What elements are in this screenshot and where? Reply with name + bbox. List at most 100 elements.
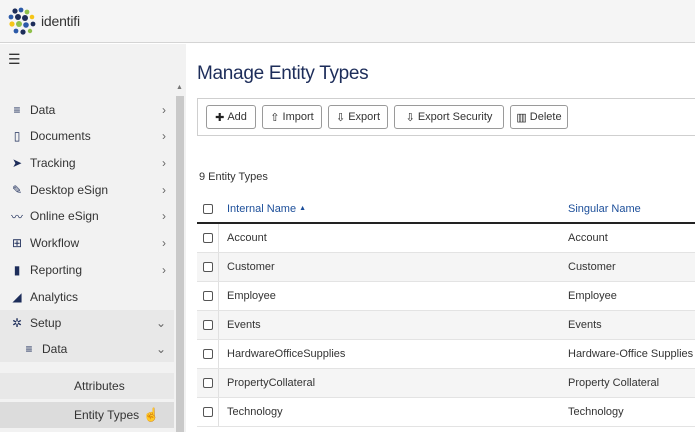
export-security-label: Export Security [417,111,493,123]
table-row[interactable]: Account Account [197,224,695,253]
sidebar-item-label: Documents [30,129,91,143]
column-divider [218,224,219,252]
sidebar-item-reporting[interactable]: ▮ Reporting › [0,257,174,283]
hand-cursor-icon: ☝ [143,407,160,422]
signature-icon: 〰 [10,209,23,224]
table-row[interactable]: PropertyCollateral Property Collateral [197,369,695,398]
sidebar-item-workflow[interactable]: ⊞ Workflow › [0,230,174,256]
trash-icon: ▥ [516,111,527,124]
chevron-right-icon: › [162,263,166,277]
database-icon: ≡ [25,342,33,356]
sidebar-item-desktop-esign[interactable]: ✎ Desktop eSign › [0,177,174,203]
area-chart-icon: ◢ [12,290,22,304]
chevron-right-icon: › [162,129,166,143]
main-content: Manage Entity Types ✚ Add ⇧ Import ⇩ Exp… [186,44,695,432]
sidebar-item-label: Workflow [30,236,80,250]
sidebar-item-data[interactable]: ≡ Data › [0,97,174,123]
row-checkbox[interactable] [203,320,213,330]
column-divider [218,398,219,426]
sidebar-item-entity-types[interactable]: Entity Types ☝ [0,402,174,428]
add-button[interactable]: ✚ Add [206,105,256,129]
sidebar-item-setup[interactable]: ✲ Setup ⌄ [0,310,174,336]
singular-name-cell: Account [568,232,608,244]
table-row[interactable]: Technology Technology [197,398,695,427]
row-checkbox[interactable] [203,349,213,359]
sidebar-item-label: Analytics [30,290,79,304]
sidebar-item-label: Data [30,103,56,117]
column-divider [218,340,219,368]
chevron-right-icon: › [162,156,166,170]
singular-name-column-header[interactable]: Singular Name [568,203,641,215]
row-checkbox[interactable] [203,262,213,272]
import-label: Import [282,111,314,123]
column-divider [218,253,219,281]
row-checkbox[interactable] [203,378,213,388]
identifi-logo[interactable]: identifi [6,6,80,36]
add-label: Add [227,111,247,123]
download-icon: ⇩ [335,111,346,124]
column-divider [218,311,219,339]
singular-name-cell: Technology [568,406,624,418]
scroll-up-arrow-icon[interactable]: ▲ [176,84,183,91]
internal-name-cell: Technology [227,406,283,418]
plus-icon: ✚ [215,111,225,124]
import-button[interactable]: ⇧ Import [262,105,322,129]
internal-name-cell: Account [227,232,267,244]
export-button[interactable]: ⇩ Export [328,105,388,129]
row-checkbox[interactable] [203,407,213,417]
entity-type-count: 9 Entity Types [199,171,268,183]
chevron-down-icon: ⌄ [155,316,166,330]
entity-types-table: Internal Name ▲ Singular Name Account Ac… [197,195,695,427]
row-checkbox[interactable] [203,291,213,301]
internal-name-column-header[interactable]: Internal Name ▲ [227,203,306,215]
sidebar-item-label: Tracking [30,156,76,170]
sidebar: ☰ ▲ ≡ Data › ▯ Documents › ➤ Tracking › … [0,44,186,432]
sidebar-item-label: Desktop eSign [30,183,109,197]
table-row[interactable]: Customer Customer [197,253,695,282]
singular-name-cell: Customer [568,261,616,273]
select-all-checkbox[interactable] [203,204,213,214]
logo-text: identifi [41,13,80,29]
logo-dots-icon [8,7,36,35]
singular-name-cell: Property Collateral [568,377,660,389]
chevron-down-icon: ⌄ [155,342,166,356]
export-security-button[interactable]: ⇩ Export Security [394,105,504,129]
sidebar-item-setup-data[interactable]: ≡ Data ⌄ [0,336,174,362]
sidebar-item-documents[interactable]: ▯ Documents › [0,123,174,149]
sidebar-item-online-esign[interactable]: 〰 Online eSign › [0,203,174,229]
pen-icon: ✎ [11,183,23,197]
sitemap-icon: ⊞ [11,236,23,250]
gear-icon: ✲ [11,316,23,330]
sidebar-item-attributes[interactable]: Attributes [0,373,174,399]
delete-button[interactable]: ▥ Delete [510,105,568,129]
table-row[interactable]: Events Events [197,311,695,340]
report-icon: ▮ [13,263,21,277]
table-row[interactable]: HardwareOfficeSupplies Hardware-Office S… [197,340,695,369]
internal-name-cell: HardwareOfficeSupplies [227,348,346,360]
internal-name-cell: Employee [227,290,276,302]
delete-label: Delete [529,111,562,123]
sidebar-scrollbar[interactable]: ▲ [174,84,186,432]
internal-name-cell: Events [227,319,261,331]
toolbar: ✚ Add ⇧ Import ⇩ Export ⇩ Export Securit… [197,98,695,136]
table-header: Internal Name ▲ Singular Name [197,195,695,224]
location-arrow-icon: ➤ [11,156,23,170]
sort-ascending-icon: ▲ [299,205,307,212]
singular-name-cell: Employee [568,290,617,302]
chevron-right-icon: › [162,209,166,223]
download-icon: ⇩ [405,111,415,124]
scrollbar-thumb[interactable] [176,96,184,432]
row-checkbox[interactable] [203,233,213,243]
sidebar-item-label: Data [42,342,68,356]
sidebar-item-label: Attributes [74,379,125,393]
chevron-right-icon: › [162,183,166,197]
chevron-right-icon: › [162,236,166,250]
sidebar-item-label: Online eSign [30,209,99,223]
sidebar-item-analytics[interactable]: ◢ Analytics [0,284,174,310]
column-divider [218,369,219,397]
page-title: Manage Entity Types [197,63,369,84]
sidebar-item-label: Entity Types [74,408,140,422]
hamburger-menu-icon[interactable]: ☰ [8,51,21,68]
table-row[interactable]: Employee Employee [197,282,695,311]
sidebar-item-tracking[interactable]: ➤ Tracking › [0,150,174,176]
